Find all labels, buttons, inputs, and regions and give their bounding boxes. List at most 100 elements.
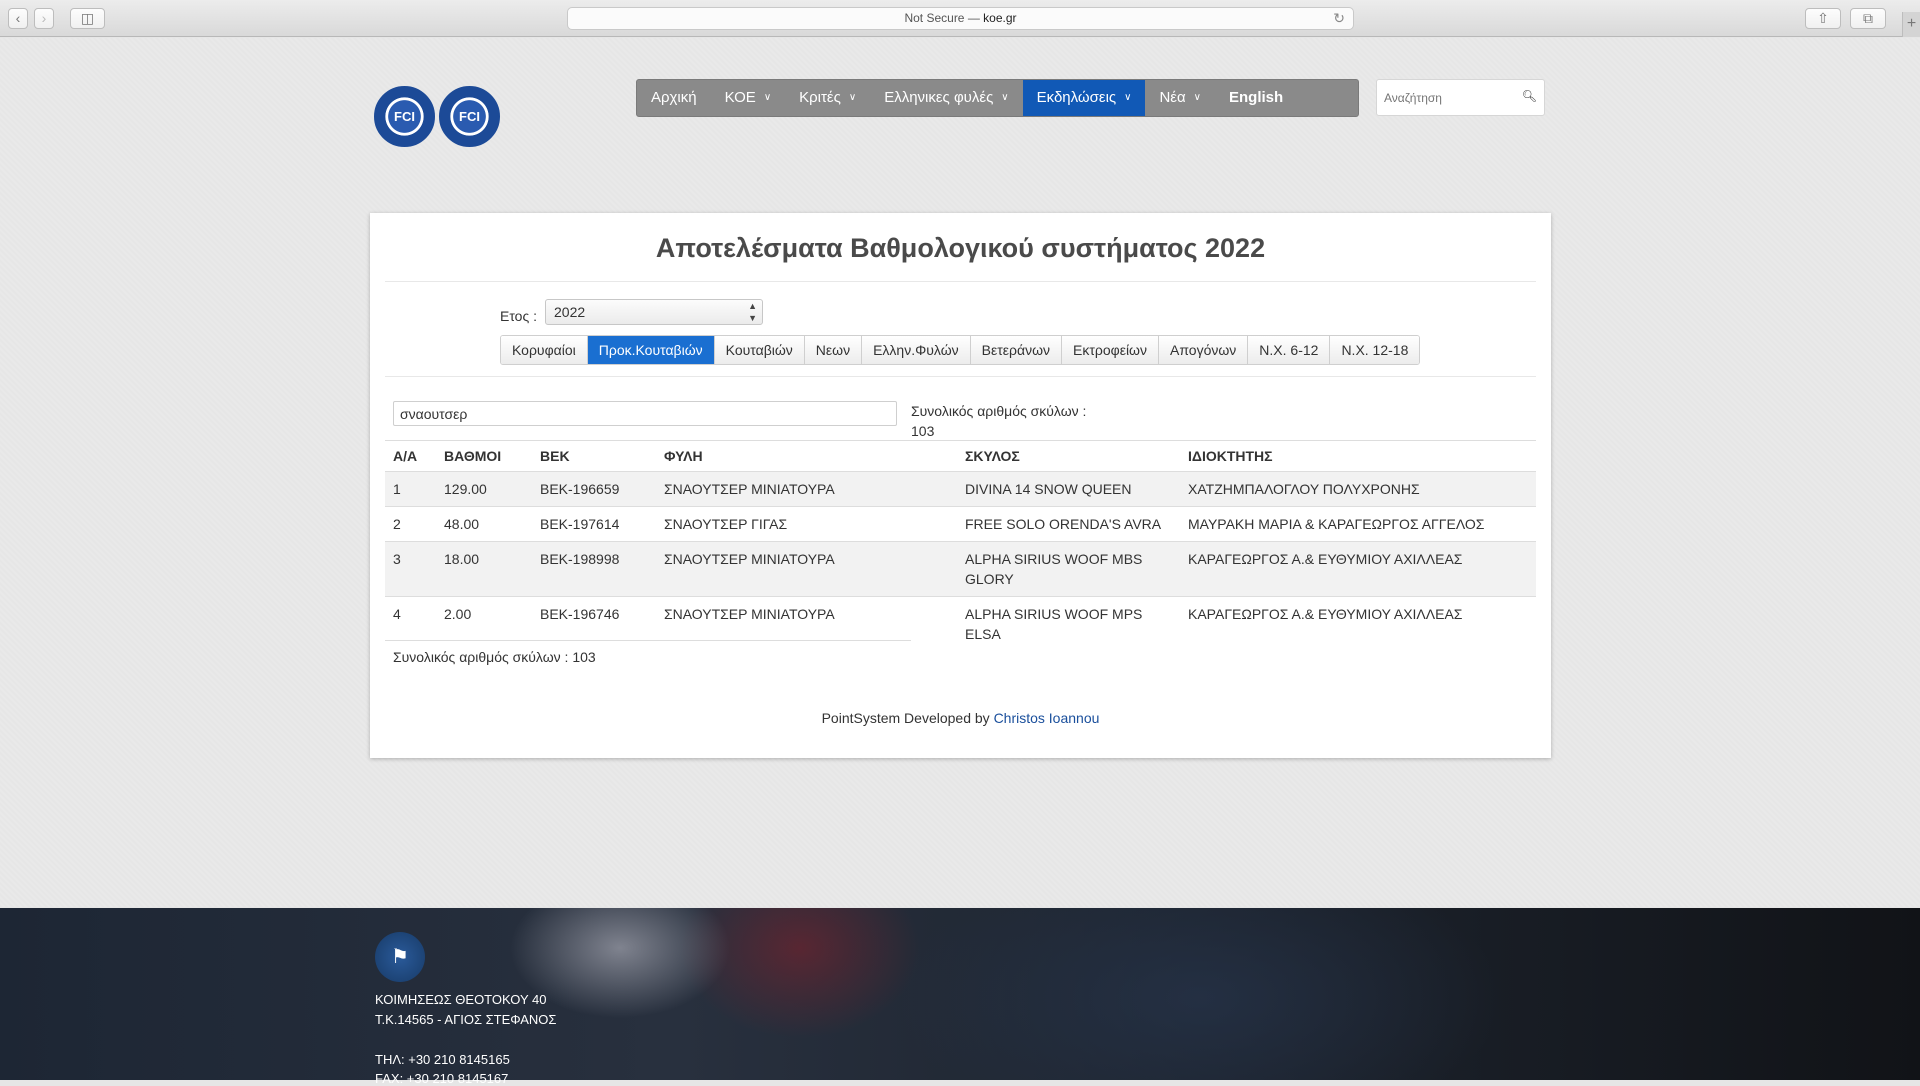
nav-item-label: Κριτές — [799, 89, 841, 106]
reload-icon[interactable]: ↻ — [1333, 8, 1345, 29]
nav-item-label: Νέα — [1159, 89, 1186, 106]
total-count: Συνολικός αριθμός σκύλων : 103 — [911, 401, 1086, 441]
plus-icon: + — [1906, 15, 1917, 32]
table-cell: ΚΑΡΑΓΕΩΡΓΟΣ Α.& ΕΥΘΥΜΙΟΥ ΑΧΙΛΛΕΑΣ — [1180, 596, 1536, 651]
divider — [385, 281, 1536, 282]
credits-text: PointSystem Developed by — [821, 710, 990, 726]
table-row: 2 48.00 ΒΕΚ-197614 ΣΝΑΟΥΤΣΕΡ ΓΙΓΑΣ FREE SOLO… — [385, 506, 1536, 542]
page-title: Αποτελέσματα Βαθμολογικού συστήματος 202… — [655, 233, 1266, 263]
table-cell: ΒΕΚ-198998 — [532, 541, 656, 597]
column-header[interactable]: ΦΥΛΗ — [656, 440, 957, 472]
table-cell: ALPHA SIRIUS WOOF MBS GLORY — [957, 541, 1180, 597]
main-nav: Αρχική ΚΟΕ ∨ Κριτές ∨ Ελληνικες φυλές ∨ Εκδηλώσ… — [636, 79, 1359, 117]
logos: FCI FCI — [374, 86, 504, 150]
table-body: 1 129.00 ΒΕΚ-196659 ΣΝΑΟΥΤΣΕΡ ΜΙΝΙΑΤΟΥΡΑ DIV… — [385, 471, 1536, 651]
table-cell: ALPHA SIRIUS WOOF MPS ELSA — [957, 596, 1180, 651]
table-cell: ΜΑΥΡΑΚΗ ΜΑΡΙΑ & ΚΑΡΑΓΕΩΡΓΟΣ ΑΓΓΕΛΟΣ — [1180, 506, 1536, 542]
table-cell: 1 — [385, 471, 436, 507]
results-table: Α/Α ΒΑΘΜΟΙ ΒΕΚ ΦΥΛΗ ΣΚΥΛΟΣ ΙΔΙΟΚΤΗΤΗΣ 1 129.00… — [385, 440, 1536, 651]
divider — [385, 640, 911, 641]
tab-3[interactable]: Κουταβιών — [713, 336, 804, 364]
total-label: Συνολικός αριθμός σκύλων : — [911, 403, 1087, 419]
column-header[interactable]: ΣΚΥΛΟΣ — [957, 440, 1180, 472]
tab-2[interactable]: Προκ.Κουταβιών — [586, 336, 714, 364]
nav-item-label: Αρχική — [651, 89, 697, 106]
table-cell: ΒΕΚ-196746 — [532, 596, 656, 651]
tabs-overview-button[interactable]: ⧉ — [1850, 8, 1886, 29]
table-row: 4 2.00 ΒΕΚ-196746 ΣΝΑΟΥΤΣΕΡ ΜΙΝΙΑΤΟΥΡΑ ALPHA… — [385, 596, 1536, 651]
search-input[interactable] — [1382, 87, 1517, 109]
tabs-icon: ⧉ — [1863, 10, 1873, 26]
forward-button[interactable]: › — [34, 8, 54, 29]
tab-5[interactable]: Ελλην.Φυλών — [861, 336, 970, 364]
table-cell: 48.00 — [436, 506, 532, 542]
table-row: 1 129.00 ΒΕΚ-196659 ΣΝΑΟΥΤΣΕΡ ΜΙΝΙΑΤΟΥΡΑ DIV… — [385, 471, 1536, 507]
table-cell: DIVINA 14 SNOW QUEEN — [957, 471, 1180, 507]
nav-item-6[interactable]: Νέα ∨ — [1145, 80, 1215, 116]
chevron-down-icon: ∨ — [1193, 92, 1201, 103]
nav-item-4[interactable]: Ελληνικες φυλές ∨ — [870, 80, 1022, 116]
page: FCI FCI Αρχική ΚΟΕ ∨ Κριτές ∨ Ελληνικες φυλές… — [0, 38, 1920, 907]
divider — [385, 376, 1536, 377]
chevron-down-icon: ∨ — [763, 92, 772, 103]
nav-item-2[interactable]: ΚΟΕ ∨ — [711, 80, 786, 116]
address-host: koe.gr — [983, 11, 1017, 25]
content-card: Αποτελέσματα Βαθμολογικού συστήματος 202… — [370, 213, 1551, 758]
chevron-down-icon: ∨ — [1001, 92, 1009, 103]
total-count-bottom: Συνολικός αριθμός σκύλων : 103 — [393, 649, 596, 665]
tab-8[interactable]: Απογόνων — [1157, 336, 1248, 364]
year-select[interactable]: 2022 ▲ ▼ — [545, 299, 763, 325]
tab-4[interactable]: Νεων — [803, 336, 862, 364]
tab-7[interactable]: Εκτροφείων — [1061, 336, 1158, 364]
column-header[interactable]: ΒΕΚ — [532, 440, 656, 472]
select-arrows-icon: ▲ ▼ — [748, 301, 757, 323]
fci-logo[interactable]: FCI — [374, 86, 435, 147]
table-cell: ΣΝΑΟΥΤΣΕΡ ΜΙΝΙΑΤΟΥΡΑ — [656, 541, 957, 597]
table-cell: 129.00 — [436, 471, 532, 507]
breed-filter-input[interactable] — [393, 401, 897, 426]
credits: PointSystem Developed by Christos Ioanno… — [370, 710, 1551, 726]
fci-logo[interactable]: FCI — [439, 86, 500, 147]
footer-fax: FAX: +30 210 8145167 — [375, 1071, 509, 1086]
new-tab-button[interactable]: + — [1902, 12, 1920, 37]
nav-item-5[interactable]: Εκδηλώσεις ∨ — [1022, 80, 1146, 116]
table-cell: ΚΑΡΑΓΕΩΡΓΟΣ Α.& ΕΥΘΥΜΙΟΥ ΑΧΙΛΛΕΑΣ — [1180, 541, 1536, 597]
tab-6[interactable]: Βετεράνων — [969, 336, 1061, 364]
footer-address-line2: Τ.Κ.14565 - ΑΓΙΟΣ ΣΤΕΦΑΝΟΣ — [375, 1012, 557, 1027]
nav-item-label: English — [1229, 89, 1284, 106]
tab-1[interactable]: Κορυφαίοι — [501, 336, 587, 364]
table-cell: ΒΕΚ-196659 — [532, 471, 656, 507]
tab-9[interactable]: Ν.Χ. 6-12 — [1247, 336, 1330, 364]
tab-10[interactable]: Ν.Χ. 12-18 — [1329, 336, 1420, 364]
browser-toolbar: ‹ › ◫ Not Secure — koe.gr ↻ ⇧ ⧉ + — [0, 0, 1920, 37]
address-separator: — — [967, 11, 980, 25]
footer-phone: ΤΗΛ: +30 210 8145165 — [375, 1052, 510, 1067]
sidebar-toggle-button[interactable]: ◫ — [70, 8, 105, 29]
developer-link[interactable]: Christos Ioannou — [994, 710, 1100, 726]
address-bar[interactable]: Not Secure — koe.gr ↻ — [567, 7, 1354, 30]
table-cell: ΣΝΑΟΥΤΣΕΡ ΜΙΝΙΑΤΟΥΡΑ — [656, 471, 957, 507]
koe-footer-logo-icon: ⚑ — [375, 932, 425, 982]
year-label: Ετος : — [500, 308, 537, 324]
year-value: 2022 — [554, 304, 586, 320]
table-cell: ΣΝΑΟΥΤΣΕΡ ΜΙΝΙΑΤΟΥΡΑ — [656, 596, 957, 651]
table-cell: 2.00 — [436, 596, 532, 651]
share-button[interactable]: ⇧ — [1805, 8, 1841, 29]
nav-item-3[interactable]: Κριτές ∨ — [785, 80, 870, 116]
security-label: Not Secure — [904, 11, 965, 25]
nav-item-7[interactable]: English — [1215, 80, 1297, 116]
column-header[interactable]: ΒΑΘΜΟΙ — [436, 440, 532, 472]
footer-address-line1: ΚΟΙΜΗΣΕΩΣ ΘΕΟΤΟΚΟΥ 40 — [375, 992, 547, 1007]
nav-item-1[interactable]: Αρχική — [637, 80, 711, 116]
column-header[interactable]: ΙΔΙΟΚΤΗΤΗΣ — [1180, 440, 1536, 472]
chevron-left-icon: ‹ — [15, 10, 21, 26]
table-cell: 3 — [385, 541, 436, 597]
column-header[interactable]: Α/Α — [385, 440, 436, 472]
search-icon[interactable]: 🔍︎ — [1522, 89, 1537, 103]
footer: ⚑ ΚΟΙΜΗΣΕΩΣ ΘΕΟΤΟΚΟΥ 40 Τ.Κ.14565 - ΑΓΙΟ… — [0, 908, 1920, 1086]
table-cell: ΣΝΑΟΥΤΣΕΡ ΓΙΓΑΣ — [656, 506, 957, 542]
share-icon: ⇧ — [1817, 10, 1829, 26]
back-button[interactable]: ‹ — [8, 8, 28, 29]
table-cell: FREE SOLO ORENDA'S AVRA — [957, 506, 1180, 542]
nav-item-label: Ελληνικες φυλές — [884, 89, 994, 106]
